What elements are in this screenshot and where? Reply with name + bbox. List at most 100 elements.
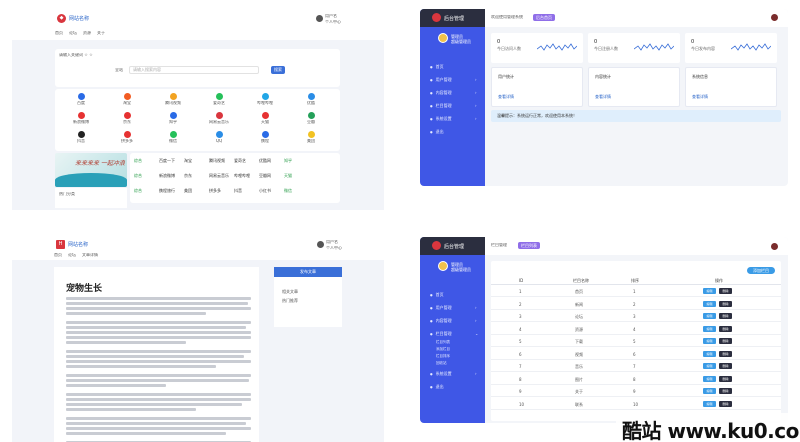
site-shortcut[interactable]: 拼多多: [107, 131, 147, 144]
sidebar-item-logout[interactable]: 退出: [430, 129, 444, 135]
sidebar-item-users[interactable]: 用户管理: [430, 305, 452, 311]
admin-logo[interactable]: 后台管理: [420, 9, 485, 27]
link-item[interactable]: 淘宝: [184, 158, 205, 164]
edit-button[interactable]: 编辑: [703, 363, 716, 369]
link-item[interactable]: 网易云音乐: [209, 173, 230, 179]
link-item[interactable]: 携程旅行: [159, 188, 180, 194]
site-shortcut[interactable]: 新浪微博: [61, 112, 101, 125]
sidebar-item-home[interactable]: 首页: [430, 292, 444, 298]
edit-button[interactable]: 编辑: [703, 338, 716, 344]
delete-button[interactable]: 删除: [719, 400, 732, 407]
submenu-item[interactable]: 添加栏目: [436, 347, 450, 352]
nav-item[interactable]: 资源: [83, 31, 91, 36]
delete-button[interactable]: 删除: [719, 338, 732, 344]
edit-button[interactable]: 编辑: [703, 325, 716, 332]
site-shortcut[interactable]: QQ: [199, 131, 239, 144]
edit-button[interactable]: 编辑: [703, 400, 716, 407]
breadcrumb-item[interactable]: 论坛: [68, 253, 76, 258]
user-name[interactable]: 用户名: [325, 14, 337, 19]
site-shortcut[interactable]: 美团: [291, 131, 331, 144]
link-item[interactable]: 天猫: [284, 173, 305, 179]
search-input[interactable]: 请输入搜索内容: [129, 66, 259, 74]
user-name[interactable]: 用户名: [326, 240, 338, 245]
delete-button[interactable]: 删除: [719, 300, 732, 307]
nav-item[interactable]: 关于: [97, 31, 105, 36]
site-shortcut[interactable]: 知乎: [153, 112, 193, 125]
site-shortcut[interactable]: 淘宝: [107, 93, 147, 106]
site-shortcut[interactable]: 优酷: [291, 93, 331, 106]
nav-item[interactable]: 首页: [55, 31, 63, 36]
site-shortcut[interactable]: 微信: [153, 131, 193, 144]
link-category[interactable]: 综合: [134, 188, 155, 194]
sidebar-item-logout[interactable]: 退出: [430, 384, 444, 390]
sidebar-item-home[interactable]: 首页: [430, 64, 444, 70]
link-category[interactable]: 综合: [134, 173, 155, 179]
site-shortcut[interactable]: 爱奇艺: [199, 93, 239, 106]
site-shortcut[interactable]: 哔哩哔哩: [245, 93, 285, 106]
promo-banner[interactable]: 来来来来 一起冲浪: [55, 153, 127, 187]
user-center-link[interactable]: 个人中心: [325, 20, 341, 25]
delete-button[interactable]: 删除: [719, 363, 732, 369]
link-item[interactable]: 哔哩哔哩: [234, 173, 255, 179]
delete-button[interactable]: 删除: [719, 350, 732, 357]
link-item[interactable]: 腾讯视频: [209, 158, 230, 164]
edit-button[interactable]: 编辑: [703, 300, 716, 307]
user-center-link[interactable]: 个人中心: [326, 246, 342, 251]
sidebar-link[interactable]: 相关文章: [282, 289, 298, 295]
link-item[interactable]: 优酷网: [259, 158, 280, 164]
search-category-select[interactable]: 全站: [115, 68, 123, 73]
add-column-button[interactable]: 添加栏目: [747, 267, 775, 274]
delete-button[interactable]: 删除: [719, 325, 732, 332]
edit-button[interactable]: 编辑: [703, 288, 716, 294]
link-category[interactable]: 综合: [134, 158, 155, 164]
link-item[interactable]: 百度一下: [159, 158, 180, 164]
link-item[interactable]: 小红书: [259, 188, 280, 194]
link-item[interactable]: 抖音: [234, 188, 255, 194]
delete-button[interactable]: 删除: [719, 288, 732, 294]
link-item[interactable]: 新浪微博: [159, 173, 180, 179]
delete-button[interactable]: 删除: [719, 313, 732, 319]
search-button[interactable]: 搜索: [271, 66, 285, 74]
site-shortcut[interactable]: 天猫: [245, 112, 285, 125]
article-logo[interactable]: H 网站名称: [56, 240, 88, 249]
site-shortcut[interactable]: 腾讯视频: [153, 93, 193, 106]
info-card-link[interactable]: 查看详情: [692, 94, 708, 100]
user-avatar[interactable]: [317, 241, 324, 248]
topbar-tab[interactable]: 后台首页: [533, 14, 555, 21]
link-item[interactable]: 美团: [184, 188, 205, 194]
site-shortcut[interactable]: 抖音: [61, 131, 101, 144]
sidebar-item-users[interactable]: 用户管理: [430, 77, 452, 83]
edit-button[interactable]: 编辑: [703, 313, 716, 319]
edit-button[interactable]: 编辑: [703, 350, 716, 357]
admin-avatar[interactable]: [438, 261, 448, 271]
breadcrumb-item[interactable]: 首页: [54, 253, 62, 258]
admin-logo[interactable]: 后台管理: [420, 237, 485, 255]
user-avatar[interactable]: [316, 15, 323, 22]
site-shortcut[interactable]: 携程: [245, 131, 285, 144]
sidebar-link[interactable]: 热门推荐: [282, 298, 298, 304]
site-shortcut[interactable]: 网易云音乐: [199, 112, 239, 125]
sidebar-item-columns[interactable]: 栏目管理: [430, 103, 452, 109]
portal-logo[interactable]: ◆ 网站名称: [57, 14, 89, 23]
link-item[interactable]: 拼多多: [209, 188, 230, 194]
submenu-item[interactable]: 栏目列表: [436, 340, 450, 345]
site-shortcut[interactable]: 京东: [107, 112, 147, 125]
sidebar-item-settings[interactable]: 系统设置: [430, 371, 452, 377]
link-item[interactable]: 知乎: [284, 158, 305, 164]
info-card-link[interactable]: 查看详情: [595, 94, 611, 100]
delete-button[interactable]: 删除: [719, 375, 732, 382]
link-item[interactable]: 爱奇艺: [234, 158, 255, 164]
info-card-link[interactable]: 查看详情: [498, 94, 514, 100]
topbar-avatar[interactable]: [771, 14, 778, 21]
post-article-button[interactable]: 发布文章: [274, 267, 342, 277]
link-item[interactable]: 微信: [284, 188, 305, 194]
site-shortcut[interactable]: 豆瓣: [291, 112, 331, 125]
topbar-avatar[interactable]: [771, 243, 778, 250]
sidebar-item-content[interactable]: 内容管理: [430, 318, 452, 324]
link-item[interactable]: 豆瓣网: [259, 173, 280, 179]
sidebar-item-content[interactable]: 内容管理: [430, 90, 452, 96]
sidebar-item-settings[interactable]: 系统设置: [430, 116, 452, 122]
site-shortcut[interactable]: 百度: [61, 93, 101, 106]
sidebar-item-columns[interactable]: 栏目管理: [430, 331, 452, 337]
admin-avatar[interactable]: [438, 33, 448, 43]
